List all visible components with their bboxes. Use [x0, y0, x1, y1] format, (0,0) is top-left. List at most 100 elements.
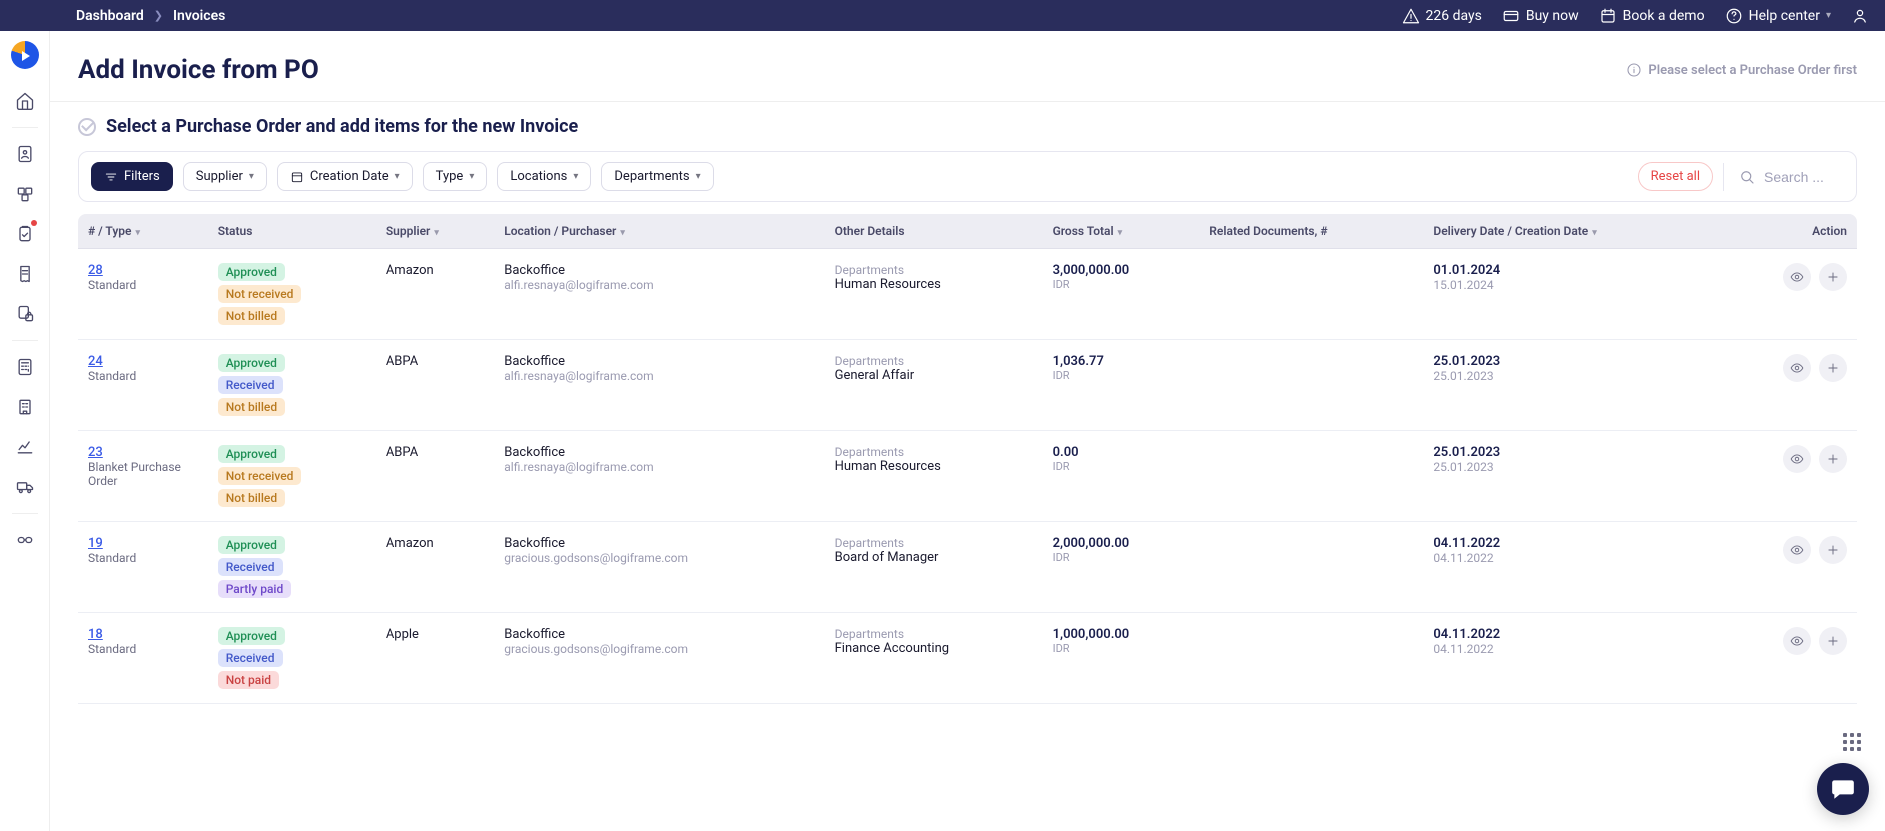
nav-orders[interactable] — [7, 176, 43, 212]
status-badges: ApprovedNot receivedNot billed — [218, 263, 366, 325]
nav-approvals[interactable] — [7, 216, 43, 252]
profile-button[interactable] — [1851, 7, 1869, 25]
table-row: 18Standard ApprovedReceivedNot paid Appl… — [78, 613, 1857, 704]
chevron-down-icon: ▾ — [1592, 228, 1597, 238]
related-docs — [1199, 431, 1423, 522]
col-supplier[interactable]: Supplier▾ — [376, 214, 494, 249]
chevron-down-icon: ▾ — [696, 171, 701, 182]
status-badges: ApprovedNot receivedNot billed — [218, 445, 366, 507]
add-button[interactable] — [1819, 263, 1847, 291]
nav-invoices[interactable] — [7, 256, 43, 292]
col-numtype[interactable]: # / Type▾ — [78, 214, 208, 249]
book-demo-label: Book a demo — [1623, 8, 1705, 24]
po-type: Standard — [88, 278, 198, 292]
chat-button[interactable] — [1817, 763, 1869, 815]
top-bar: Dashboard ❯ Invoices 226 days Buy now Bo… — [0, 0, 1885, 31]
po-number-link[interactable]: 28 — [88, 263, 103, 278]
creation-date: 04.11.2022 — [1433, 551, 1710, 565]
purchaser-email: gracious.godsons@logiframe.com — [504, 551, 814, 565]
info-icon — [1626, 62, 1642, 78]
chat-icon — [1830, 776, 1856, 802]
status-badge: Approved — [218, 627, 285, 645]
po-number-link[interactable]: 23 — [88, 445, 103, 460]
breadcrumb-invoices[interactable]: Invoices — [173, 8, 225, 24]
view-button[interactable] — [1783, 263, 1811, 291]
filter-icon — [104, 170, 118, 184]
po-number-link[interactable]: 18 — [88, 627, 103, 642]
nav-suppliers[interactable] — [7, 389, 43, 425]
filter-departments[interactable]: Departments▾ — [601, 162, 713, 191]
currency: IDR — [1053, 642, 1190, 655]
view-button[interactable] — [1783, 445, 1811, 473]
table-row: 28Standard ApprovedNot receivedNot bille… — [78, 249, 1857, 340]
department-name: Finance Accounting — [835, 641, 1033, 656]
view-button[interactable] — [1783, 536, 1811, 564]
nav-requests[interactable] — [7, 136, 43, 172]
add-button[interactable] — [1819, 445, 1847, 473]
status-badges: ApprovedReceivedNot paid — [218, 627, 366, 689]
drag-handle-icon[interactable] — [1843, 733, 1863, 751]
departments-label: Departments — [835, 263, 1033, 277]
purchaser-email: alfi.resnaya@logiframe.com — [504, 278, 814, 292]
col-gross[interactable]: Gross Total▾ — [1043, 214, 1200, 249]
plus-icon — [1826, 452, 1840, 466]
receipt-icon — [15, 264, 35, 284]
supplier-cell: ABPA — [376, 431, 494, 522]
gross-amount: 2,000,000.00 — [1053, 536, 1190, 551]
status-badge: Approved — [218, 536, 285, 554]
col-related: Related Documents, # — [1199, 214, 1423, 249]
add-button[interactable] — [1819, 536, 1847, 564]
po-number-link[interactable]: 24 — [88, 354, 103, 369]
search-icon — [1738, 168, 1756, 186]
po-type: Blanket Purchase Order — [88, 460, 198, 488]
col-status: Status — [208, 214, 376, 249]
view-button[interactable] — [1783, 627, 1811, 655]
filter-creation-date[interactable]: Creation Date▾ — [277, 162, 413, 191]
po-number-link[interactable]: 19 — [88, 536, 103, 551]
breadcrumb: Dashboard ❯ Invoices — [76, 8, 225, 24]
status-badge: Not billed — [218, 307, 285, 325]
book-demo-button[interactable]: Book a demo — [1599, 7, 1705, 25]
delivery-date: 01.01.2024 — [1433, 263, 1710, 278]
add-button[interactable] — [1819, 354, 1847, 382]
supplier-cell: Amazon — [376, 522, 494, 613]
app-logo-icon[interactable] — [11, 41, 39, 69]
status-badge: Received — [218, 376, 283, 394]
delivery-date: 04.11.2022 — [1433, 627, 1710, 642]
nav-contracts[interactable] — [7, 296, 43, 332]
department-name: Human Resources — [835, 277, 1033, 292]
col-location[interactable]: Location / Purchaser▾ — [494, 214, 824, 249]
nav-budgets[interactable] — [7, 349, 43, 385]
filter-supplier[interactable]: Supplier▾ — [183, 162, 267, 191]
add-button[interactable] — [1819, 627, 1847, 655]
col-dates[interactable]: Delivery Date / Creation Date▾ — [1423, 214, 1720, 249]
filter-locations[interactable]: Locations▾ — [497, 162, 591, 191]
purchaser-email: alfi.resnaya@logiframe.com — [504, 369, 814, 383]
filters-button[interactable]: Filters — [91, 162, 173, 191]
currency: IDR — [1053, 369, 1190, 382]
link-icon — [15, 530, 35, 550]
nav-home[interactable] — [7, 83, 43, 119]
clipboard-check-icon — [15, 224, 35, 244]
view-button[interactable] — [1783, 354, 1811, 382]
breadcrumb-dashboard[interactable]: Dashboard — [76, 8, 144, 24]
reset-all-button[interactable]: Reset all — [1638, 162, 1713, 191]
status-badge: Received — [218, 649, 283, 667]
status-badges: ApprovedReceivedPartly paid — [218, 536, 366, 598]
nav-integrations[interactable] — [7, 522, 43, 558]
help-center-button[interactable]: Help center ▾ — [1725, 7, 1831, 25]
chevron-down-icon: ▾ — [136, 228, 141, 238]
nav-reports[interactable] — [7, 429, 43, 465]
buy-now-button[interactable]: Buy now — [1502, 7, 1579, 25]
nav-inventory[interactable] — [7, 469, 43, 505]
departments-label: Departments — [835, 445, 1033, 459]
trial-days[interactable]: 226 days — [1402, 7, 1482, 25]
location-name: Backoffice — [504, 445, 814, 460]
filter-type[interactable]: Type▾ — [423, 162, 488, 191]
search-input[interactable] — [1764, 169, 1844, 185]
eye-icon — [1790, 361, 1804, 375]
status-badge: Partly paid — [218, 580, 292, 598]
calculator-icon — [15, 357, 35, 377]
chevron-down-icon: ▾ — [1118, 228, 1123, 238]
plus-icon — [1826, 270, 1840, 284]
